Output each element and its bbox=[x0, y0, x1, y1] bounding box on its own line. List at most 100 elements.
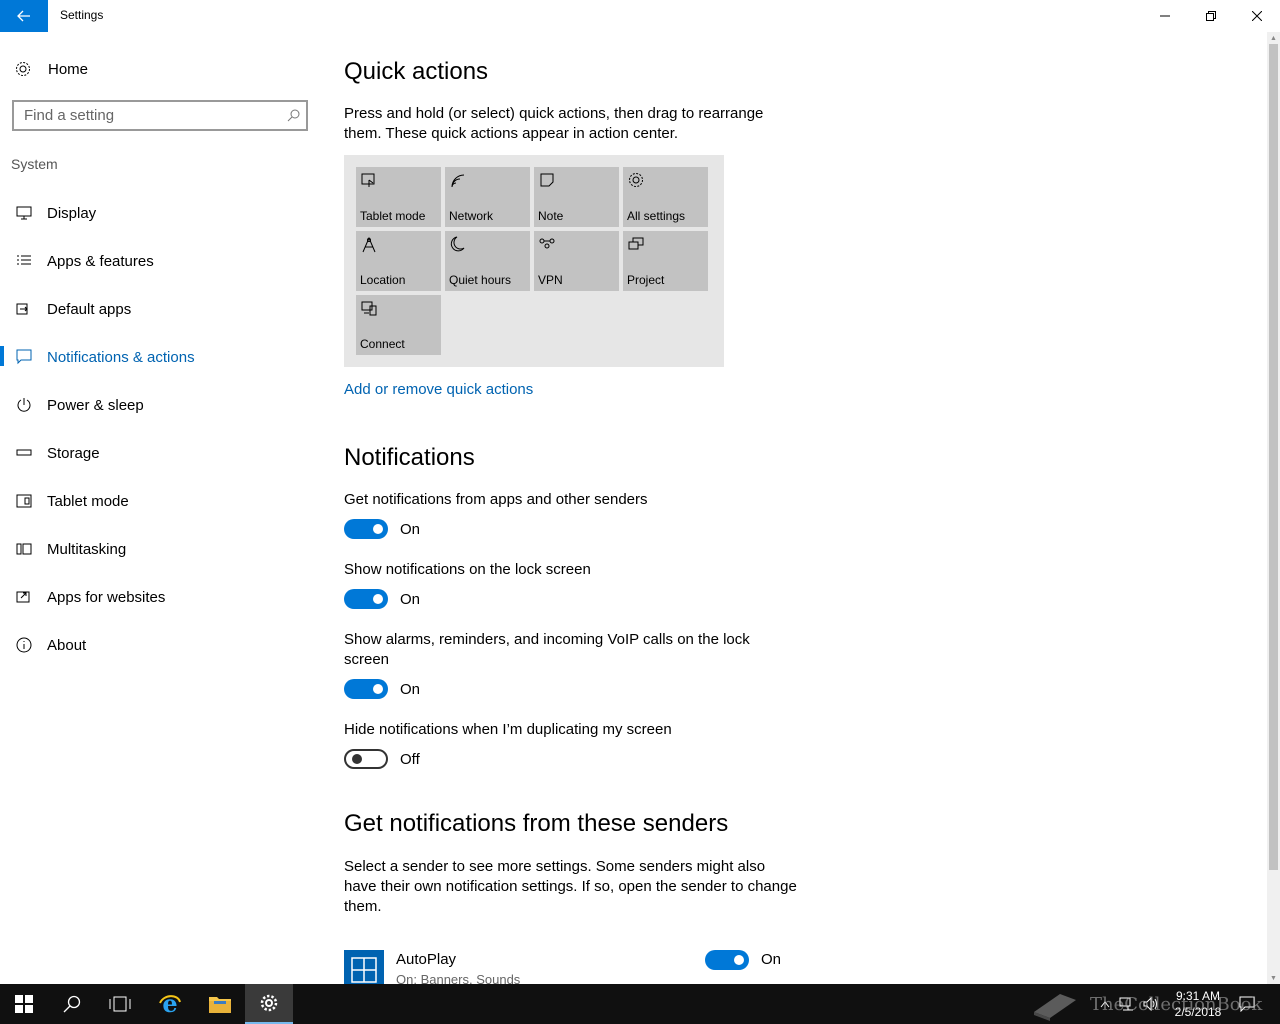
toggle-knob bbox=[373, 524, 383, 534]
project-icon bbox=[628, 237, 644, 250]
task-view-button[interactable] bbox=[96, 984, 144, 1024]
search-input[interactable]: Find a setting bbox=[24, 107, 280, 124]
scroll-thumb[interactable] bbox=[1269, 44, 1278, 870]
default-apps-icon bbox=[14, 299, 34, 319]
toggle-knob bbox=[373, 594, 383, 604]
sidebar-item-notifications[interactable]: Notifications & actions bbox=[0, 337, 320, 377]
arrow-left-icon bbox=[17, 10, 30, 22]
quick-actions-description: Press and hold (or select) quick actions… bbox=[344, 105, 764, 142]
back-button[interactable] bbox=[0, 0, 48, 32]
search-box[interactable]: Find a setting bbox=[12, 100, 308, 131]
tile-label: Note bbox=[538, 209, 564, 223]
gear-icon bbox=[629, 173, 643, 187]
tile-label: Location bbox=[360, 273, 406, 287]
sidebar-item-default-apps[interactable]: Default apps bbox=[0, 289, 320, 329]
alarms-lock-screen-toggle[interactable] bbox=[344, 679, 388, 699]
hide-notifications-duplicating-toggle[interactable] bbox=[344, 749, 388, 769]
moon-icon bbox=[450, 236, 465, 252]
sidebar-item-label: Power & sleep bbox=[47, 396, 144, 414]
tile-connect[interactable]: Connect bbox=[356, 295, 441, 355]
tile-label: All settings bbox=[627, 209, 686, 223]
restore-icon bbox=[1206, 11, 1216, 21]
scroll-up-arrow[interactable]: ▲ bbox=[1267, 32, 1280, 44]
sidebar-item-display[interactable]: Display bbox=[0, 193, 320, 233]
storage-icon bbox=[14, 443, 34, 463]
close-icon bbox=[1252, 11, 1262, 21]
tile-label: Quiet hours bbox=[449, 273, 512, 287]
multitasking-icon bbox=[14, 539, 34, 559]
tablet-mode-icon bbox=[361, 173, 375, 187]
autoplay-toggle[interactable] bbox=[705, 950, 749, 970]
close-button[interactable] bbox=[1234, 0, 1280, 32]
scroll-down-arrow[interactable]: ▼ bbox=[1267, 972, 1280, 984]
info-icon bbox=[14, 635, 34, 655]
toggle-state: On bbox=[400, 681, 421, 698]
search-button[interactable] bbox=[48, 984, 96, 1024]
tile-tablet-mode[interactable]: Tablet mode bbox=[356, 167, 441, 227]
sender-name: AutoPlay bbox=[396, 951, 457, 968]
tile-location[interactable]: Location bbox=[356, 231, 441, 291]
sidebar-item-tablet-mode[interactable]: Tablet mode bbox=[0, 481, 320, 521]
tile-label: Project bbox=[627, 273, 665, 287]
sidebar-item-label: Multitasking bbox=[47, 540, 127, 558]
list-icon bbox=[14, 251, 34, 271]
search-icon bbox=[63, 995, 81, 1013]
tile-project[interactable]: Project bbox=[623, 231, 708, 291]
scrollbar[interactable]: ▲ ▼ bbox=[1267, 32, 1280, 984]
minimize-button[interactable] bbox=[1142, 0, 1188, 32]
watermark: TheCollectionBook bbox=[1030, 986, 1262, 1022]
network-icon bbox=[451, 174, 465, 188]
toggle-knob bbox=[352, 754, 362, 764]
sidebar-item-label: Storage bbox=[47, 444, 100, 462]
sidebar-item-storage[interactable]: Storage bbox=[0, 433, 320, 473]
senders-description: Select a sender to see more settings. So… bbox=[344, 858, 797, 915]
tile-all-settings[interactable]: All settings bbox=[623, 167, 708, 227]
vpn-icon bbox=[539, 238, 555, 249]
tile-network[interactable]: Network bbox=[445, 167, 530, 227]
quick-actions-heading: Quick actions bbox=[344, 58, 489, 85]
sidebar-item-label: Notifications & actions bbox=[47, 348, 195, 366]
tile-note[interactable]: Note bbox=[534, 167, 619, 227]
search-icon[interactable] bbox=[280, 109, 306, 122]
sidebar-item-multitasking[interactable]: Multitasking bbox=[0, 529, 320, 569]
toggle-state: On bbox=[400, 591, 421, 608]
sidebar-item-label: Display bbox=[47, 204, 97, 222]
tablet-icon bbox=[14, 491, 34, 511]
option-label: Hide notifications when I’m duplicating … bbox=[344, 721, 672, 738]
tile-label: Connect bbox=[360, 337, 405, 351]
home-label: Home bbox=[48, 60, 89, 78]
tile-label: VPN bbox=[538, 273, 563, 287]
tile-vpn[interactable]: VPN bbox=[534, 231, 619, 291]
option-label: Show notifications on the lock screen bbox=[344, 561, 591, 578]
toggle-knob bbox=[734, 955, 744, 965]
sidebar-item-label: Apps & features bbox=[47, 252, 154, 270]
location-icon bbox=[362, 236, 376, 253]
sidebar-item-apps-websites[interactable]: Apps for websites bbox=[0, 577, 320, 617]
restore-button[interactable] bbox=[1188, 0, 1234, 32]
quick-actions-grid: Tablet mode Network Note All settings Lo… bbox=[344, 155, 724, 367]
section-label: System bbox=[11, 156, 58, 172]
sidebar-item-label: Apps for websites bbox=[47, 588, 166, 606]
windows-icon bbox=[15, 995, 33, 1013]
gear-icon bbox=[260, 994, 278, 1012]
edge-browser-button[interactable]: e bbox=[146, 984, 194, 1024]
get-notifications-toggle[interactable] bbox=[344, 519, 388, 539]
notification-icon bbox=[14, 347, 34, 367]
start-button[interactable] bbox=[0, 984, 48, 1024]
sidebar-item-label: About bbox=[47, 636, 87, 654]
settings-taskbar-button[interactable] bbox=[245, 984, 293, 1024]
home-link[interactable]: Home bbox=[14, 58, 88, 80]
sidebar-item-power-sleep[interactable]: Power & sleep bbox=[0, 385, 320, 425]
file-explorer-button[interactable] bbox=[196, 984, 244, 1024]
toggle-state: On bbox=[400, 521, 421, 538]
option-label: Show alarms, reminders, and incoming VoI… bbox=[344, 631, 750, 668]
lock-screen-notifications-toggle[interactable] bbox=[344, 589, 388, 609]
add-remove-quick-actions-link[interactable]: Add or remove quick actions bbox=[344, 381, 533, 398]
sidebar-item-about[interactable]: About bbox=[0, 625, 320, 665]
book-icon bbox=[1034, 994, 1076, 1021]
sidebar-item-apps-features[interactable]: Apps & features bbox=[0, 241, 320, 281]
toggle-state: On bbox=[761, 951, 782, 968]
watermark-text: TheCollectionBook bbox=[1090, 993, 1263, 1015]
tile-label: Network bbox=[449, 209, 494, 223]
tile-quiet-hours[interactable]: Quiet hours bbox=[445, 231, 530, 291]
